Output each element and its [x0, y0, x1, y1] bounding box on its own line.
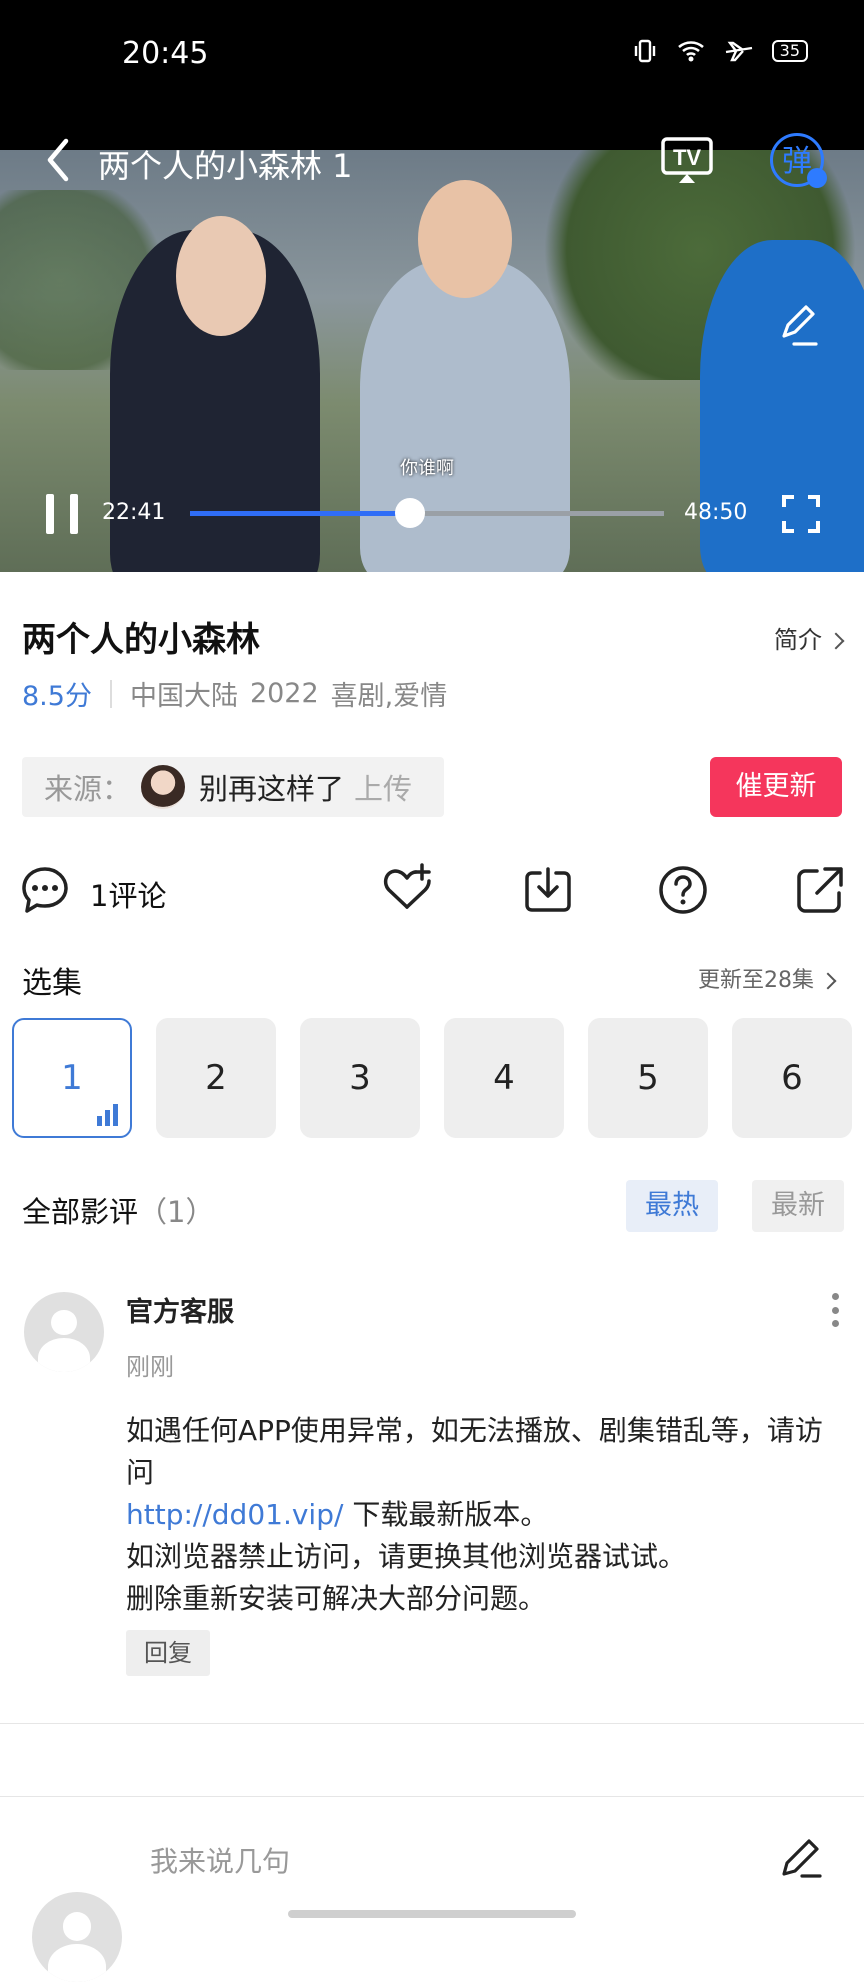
review-time: 刚刚	[126, 1353, 174, 1381]
favorite-add-icon[interactable]	[382, 863, 432, 913]
chevron-right-icon	[827, 632, 845, 650]
uploader-avatar	[141, 765, 186, 809]
more-options-icon[interactable]	[830, 1293, 840, 1327]
urge-update-button[interactable]: 催更新	[710, 757, 842, 817]
source-suffix: 上传	[354, 772, 413, 806]
review-line-text: 下载最新版本。	[343, 1498, 549, 1531]
my-avatar[interactable]	[32, 1892, 122, 1982]
divider	[0, 1723, 864, 1724]
progress-bar[interactable]	[190, 498, 664, 528]
episode-button[interactable]: 1	[12, 1018, 132, 1138]
compose-pen-icon[interactable]	[778, 1834, 824, 1880]
status-icons: 35	[632, 38, 808, 64]
status-time: 20:45	[122, 36, 209, 71]
vibrate-icon	[634, 39, 655, 63]
reviews-count: （1）	[138, 1195, 215, 1229]
episode-button[interactable]: 6	[732, 1018, 852, 1138]
wifi-icon	[677, 41, 704, 62]
reviews-title: 全部影评	[22, 1195, 139, 1229]
video-person-center	[360, 260, 570, 572]
cast-tv-icon[interactable]: TV	[660, 135, 714, 185]
episode-button[interactable]: 2	[156, 1018, 276, 1138]
airplane-icon	[725, 41, 752, 62]
review-body: 如遇任何APP使用异常，如无法播放、剧集错乱等，请访问 http://dd01.…	[126, 1410, 836, 1620]
review-user[interactable]: 官方客服	[126, 1290, 234, 1329]
total-time: 48:50	[684, 500, 748, 525]
comment-icon[interactable]	[20, 865, 70, 915]
review-line: 如遇任何APP使用异常，如无法播放、剧集错乱等，请访问	[126, 1414, 823, 1489]
video-subtitle: 你谁啊	[400, 458, 454, 479]
danmaku-pen-icon[interactable]	[776, 302, 820, 348]
divider	[0, 1796, 864, 1797]
episode-list: 1 2 3 4 5 6	[12, 1018, 852, 1138]
source-prefix: 来源：	[44, 772, 132, 806]
review-line: 如浏览器禁止访问，请更换其他浏览器试试。	[126, 1540, 687, 1573]
episodes-update-text: 更新至28集	[698, 968, 814, 993]
show-meta: 8.5分 中国大陆 2022 喜剧,爱情	[22, 674, 447, 713]
home-indicator	[288, 1910, 576, 1918]
current-time: 22:41	[102, 500, 166, 525]
share-icon[interactable]	[795, 865, 845, 915]
episodes-label: 选集	[22, 966, 82, 1001]
status-bar: 20:45 35	[0, 0, 864, 150]
episode-number: 1	[61, 1058, 83, 1098]
back-icon[interactable]	[40, 135, 76, 185]
episode-button[interactable]: 3	[300, 1018, 420, 1138]
episode-number: 2	[205, 1058, 227, 1098]
episode-number: 6	[781, 1058, 803, 1098]
reviews-header: 全部影评（1）	[22, 1189, 214, 1231]
battery-indicator: 35	[771, 40, 808, 62]
danmaku-check-icon	[807, 168, 827, 188]
download-icon[interactable]	[523, 865, 573, 915]
uploader-name: 别再这样了	[199, 772, 345, 806]
help-icon[interactable]	[658, 865, 708, 915]
sort-new-tab[interactable]: 最新	[752, 1180, 844, 1232]
episode-button[interactable]: 4	[444, 1018, 564, 1138]
video-face-left	[176, 216, 266, 336]
danmaku-toggle-icon[interactable]: 弹	[770, 133, 827, 188]
comment-input[interactable]: 我来说几句	[150, 1840, 290, 1880]
genres: 喜剧,爱情	[330, 681, 448, 712]
divider	[109, 679, 112, 708]
svg-text:TV: TV	[673, 145, 701, 170]
review-line: 删除重新安装可解决大部分问题。	[126, 1582, 547, 1615]
episode-number: 4	[493, 1058, 515, 1098]
episode-number: 5	[637, 1058, 659, 1098]
region: 中国大陆	[129, 681, 238, 712]
video-title: 两个人的小森林 1	[98, 147, 353, 185]
intro-link[interactable]: 简介	[774, 620, 845, 655]
comments-label[interactable]: 1评论	[90, 873, 166, 915]
sort-hot-tab[interactable]: 最热	[626, 1180, 718, 1232]
review-line: http://dd01.vip/ 下载最新版本。	[126, 1494, 836, 1536]
episode-number: 3	[349, 1058, 371, 1098]
rating: 8.5分	[22, 681, 92, 712]
year: 2022	[249, 678, 319, 709]
episodes-update-link[interactable]: 更新至28集	[698, 962, 837, 994]
chevron-right-icon	[819, 972, 837, 990]
video-face-center	[418, 180, 512, 298]
reviewer-avatar[interactable]	[24, 1292, 104, 1372]
pause-icon[interactable]	[44, 492, 80, 536]
episode-button[interactable]: 5	[588, 1018, 708, 1138]
fullscreen-icon[interactable]	[780, 493, 822, 535]
playing-bars-icon	[97, 1104, 118, 1126]
source-box[interactable]: 来源： 别再这样了 上传	[22, 757, 444, 817]
show-title: 两个人的小森林	[22, 620, 260, 660]
review-link[interactable]: http://dd01.vip/	[126, 1498, 343, 1531]
reply-button[interactable]: 回复	[126, 1630, 210, 1676]
intro-label: 简介	[774, 626, 822, 654]
progress-fill	[190, 511, 411, 516]
